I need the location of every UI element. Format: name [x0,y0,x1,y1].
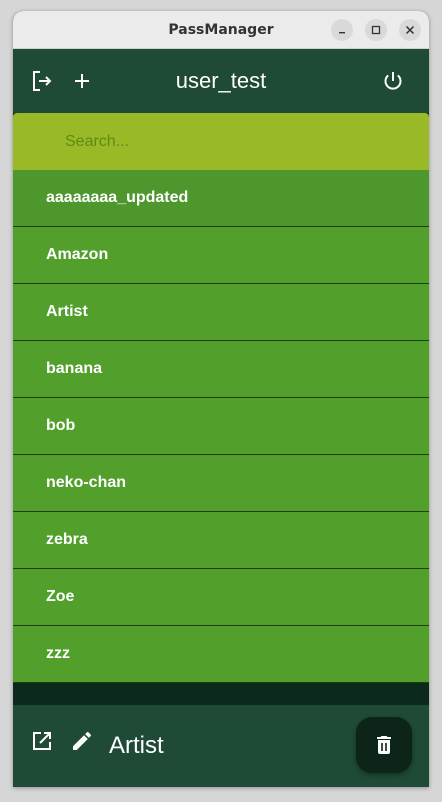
app-window: PassManager user_test Search... aaaaaaaa… [13,11,429,787]
username-title: user_test [175,68,267,93]
list-item[interactable]: Amazon [13,227,429,284]
list-item-label: neko-chan [46,474,127,491]
maximize-button[interactable] [365,19,387,41]
edit-entry-button[interactable] [70,729,94,753]
minimize-button[interactable] [331,19,353,41]
list-item[interactable]: neko-chan [13,455,429,512]
minimize-icon [339,32,345,34]
list-item[interactable]: zebra [13,512,429,569]
list-item[interactable]: banana [13,341,429,398]
window-titlebar[interactable]: PassManager [13,11,429,49]
app-bar: user_test [13,49,429,113]
list-item[interactable]: aaaaaaaa_updated [13,170,429,227]
delete-icon [377,736,391,754]
close-icon [405,25,415,35]
list-item-label: banana [46,360,103,377]
entry-list: aaaaaaaa_updated Amazon Artist banana bo… [13,170,429,683]
list-item-label: bob [46,417,76,434]
search-bar [13,113,429,170]
list-item[interactable]: bob [13,398,429,455]
list-item-label: aaaaaaaa_updated [46,189,189,206]
delete-button[interactable] [356,717,412,773]
power-button[interactable] [381,69,405,93]
list-item[interactable]: Zoe [13,569,429,626]
close-button[interactable] [399,19,421,41]
open-entry-button[interactable] [30,729,54,753]
logout-button[interactable] [30,69,54,93]
logout-icon [33,71,52,91]
selected-entry-name: Artist [109,732,164,759]
list-item-label: zzz [46,645,70,662]
add-icon [75,74,89,88]
add-entry-button[interactable] [70,69,94,93]
list-item-label: Amazon [46,246,109,263]
list-item-label: Zoe [46,588,75,605]
bottom-bar: Artist [13,705,429,787]
list-item[interactable]: Artist [13,284,429,341]
edit-icon [73,731,92,750]
list-item-label: zebra [46,531,88,548]
list-item[interactable]: zzz [13,626,429,683]
maximize-icon [371,25,381,35]
list-item-label: Artist [46,303,88,320]
open-external-icon [33,732,51,750]
search-input[interactable] [13,113,429,170]
power-icon [384,72,402,90]
